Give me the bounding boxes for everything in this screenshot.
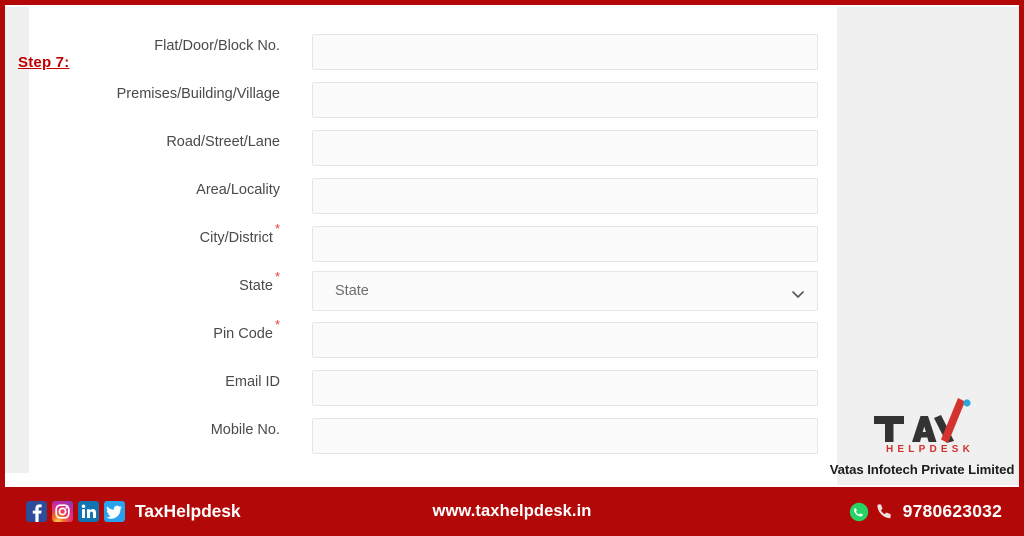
label-text: Mobile No. (210, 422, 280, 438)
input-premises-building-village[interactable] (312, 82, 818, 118)
instagram-icon[interactable] (52, 501, 73, 522)
required-marker-pin-code: * (274, 317, 280, 332)
label-city-district: City/District* (0, 220, 280, 256)
label-area-locality: Area/Locality (0, 172, 280, 208)
website-link[interactable]: www.taxhelpdesk.in (433, 502, 592, 521)
form-row-road-street-lane: Road/Street/Lane (0, 124, 837, 172)
input-pin-code[interactable] (312, 322, 818, 358)
twitter-icon[interactable] (104, 501, 125, 522)
label-text: Flat/Door/Block No. (154, 38, 280, 54)
form-row-pin-code: Pin Code* (0, 316, 837, 364)
label-text: Pin Code (213, 326, 273, 342)
required-marker-city-district: * (274, 221, 280, 236)
company-name: Vatas Infotech Private Limited (829, 462, 1015, 477)
brand-watermark: HELPDESK Vatas Infotech Private Limited (820, 396, 1024, 477)
whatsapp-icon[interactable] (849, 502, 869, 522)
address-form: Flat/Door/Block No. Premises/Building/Vi… (0, 28, 837, 460)
label-text: Email ID (225, 374, 280, 390)
form-row-email-id: Email ID (0, 364, 837, 412)
select-state[interactable]: State (312, 271, 818, 311)
step-marker-label: Step 7: (18, 54, 70, 71)
label-text: Premises/Building/Village (116, 86, 280, 102)
phone-icon[interactable] (875, 502, 894, 521)
form-row-area-locality: Area/Locality (0, 172, 837, 220)
required-marker-state: * (274, 269, 280, 284)
input-road-street-lane[interactable] (312, 130, 818, 166)
label-text: City/District (199, 230, 273, 246)
taxhelpdesk-logo-icon (872, 396, 972, 452)
input-email-id[interactable] (312, 370, 818, 406)
label-road-street-lane: Road/Street/Lane (0, 124, 280, 160)
label-text: Area/Locality (196, 182, 280, 198)
label-mobile-no: Mobile No. (0, 412, 280, 448)
input-area-locality[interactable] (312, 178, 818, 214)
label-premises-building-village: Premises/Building/Village (0, 76, 280, 112)
label-text: Road/Street/Lane (166, 134, 280, 150)
form-row-state: State* State (0, 268, 837, 316)
page-screenshot: Step 7: Flat/Door/Block No. Premises/Bui… (0, 0, 1024, 536)
form-row-city-district: City/District* (0, 220, 837, 268)
footer-social-group: TaxHelpdesk (26, 487, 241, 536)
label-text: State (239, 278, 273, 294)
input-mobile-no[interactable] (312, 418, 818, 454)
footer-contact-group: 9780623032 (849, 487, 1002, 536)
label-email-id: Email ID (0, 364, 280, 400)
phone-number-label: 9780623032 (902, 501, 1002, 521)
label-pin-code: Pin Code* (0, 316, 280, 352)
form-row-mobile-no: Mobile No. (0, 412, 837, 460)
form-row-premises-building-village: Premises/Building/Village (0, 76, 837, 124)
footer-bar: TaxHelpdesk www.taxhelpdesk.in 978062303… (0, 487, 1024, 536)
label-state: State* (0, 268, 280, 304)
form-row-flat-door-block-no: Flat/Door/Block No. (0, 28, 837, 76)
frame-inner-hairline (5, 5, 1019, 7)
input-city-district[interactable] (312, 226, 818, 262)
input-flat-door-block-no[interactable] (312, 34, 818, 70)
state-select-wrapper: State (312, 271, 818, 311)
facebook-icon[interactable] (26, 501, 47, 522)
linkedin-icon[interactable] (78, 501, 99, 522)
social-handle-label: TaxHelpdesk (135, 501, 241, 521)
